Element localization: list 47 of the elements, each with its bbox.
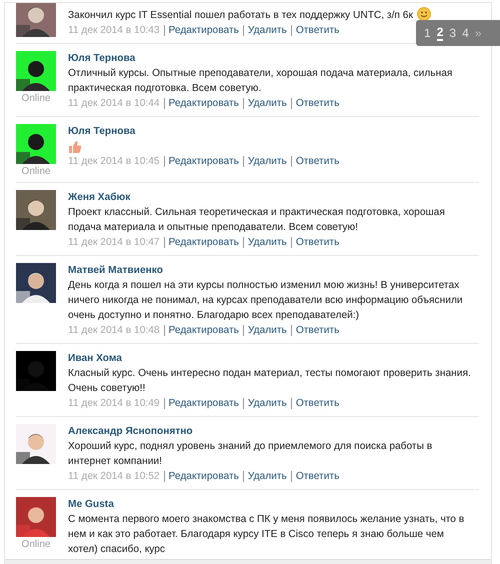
comment-action-link[interactable]: Редактировать: [164, 471, 243, 482]
comment-text: Закончил курс IT Essential пошел работать в тех поддержку UNTC, з/п 6к: [68, 10, 413, 21]
comment-text: Проект классный. Сильная теоретическая и практическая подготовка, хорошая подача материала и опытные преподаватели. Всем советую!: [68, 207, 445, 233]
comment-date: 11 дек 2014 в 10:52: [68, 470, 161, 484]
comment-date: 11 дек 2014 в 10:49: [68, 397, 161, 411]
comment-text: Хороший курс, поднял уровень знаний до приемлемого для поиска работы в интернет компании!: [68, 441, 432, 467]
author-link[interactable]: Александр Яснопонятно: [68, 424, 193, 439]
author-link[interactable]: Женя Хабюк: [68, 190, 130, 205]
online-status: Online: [22, 93, 50, 104]
comment-action-link[interactable]: Удалить: [242, 325, 291, 336]
author-link[interactable]: Юля Тернова: [68, 51, 136, 66]
online-status: Online: [22, 539, 50, 550]
comment-action-link[interactable]: Удалить: [242, 237, 291, 248]
comment-action-link[interactable]: Редактировать: [164, 25, 243, 36]
comment-action-link[interactable]: Редактировать: [164, 156, 243, 167]
comment-date: 11 дек 2014 в 10:43: [68, 24, 161, 38]
comment-action-link[interactable]: Удалить: [242, 25, 291, 36]
comment-text: Класный курс. Очень интересно подан материал, тесты помогают проверить знания. Очень советую!!: [68, 368, 471, 394]
comment-action-link[interactable]: Ответить: [290, 156, 344, 167]
comment-date: 11 дек 2014 в 10:47: [68, 236, 161, 250]
comment-date: 11 дек 2014 в 10:45: [68, 155, 161, 169]
comment-action-link[interactable]: Редактировать: [164, 237, 243, 248]
comment-action-link[interactable]: Ответить: [290, 98, 344, 109]
scrollbar[interactable]: [5, 559, 491, 564]
comment-action-link[interactable]: Удалить: [242, 98, 291, 109]
comment-text: День когда я пошел на эти курсы полностью изменил мою жизнь! В университетах ничего никогда не понимал, на курсах преподаватели всю информацию объяснили очень доступно и понятно. Благодарю всех преподавателей:): [68, 280, 463, 321]
comment-action-link[interactable]: Ответить: [290, 471, 344, 482]
comment-action-link[interactable]: Ответить: [290, 25, 344, 36]
comment-action-link[interactable]: Удалить: [242, 398, 291, 409]
comment-text: Отличный курсы. Опытные преподаватели, хорошая подача материала, сильная практическая подготовка. Всем советую.: [68, 68, 452, 94]
author-link[interactable]: Матвей Матвиенко: [68, 263, 163, 278]
comment-action-link[interactable]: Ответить: [290, 325, 344, 336]
comment-date: 11 дек 2014 в 10:48: [68, 324, 161, 338]
author-link[interactable]: Иван Хома: [68, 351, 122, 366]
author-link[interactable]: Me Gusta: [68, 497, 114, 512]
comment-action-link[interactable]: Удалить: [242, 156, 291, 167]
author-link[interactable]: Юля Тернова: [68, 124, 136, 139]
online-status: Online: [22, 166, 50, 177]
comment-action-link[interactable]: Редактировать: [164, 98, 243, 109]
comment-date: 11 дек 2014 в 10:44: [68, 97, 161, 111]
comment-action-link[interactable]: Ответить: [290, 398, 344, 409]
comment-action-link[interactable]: Редактировать: [164, 325, 243, 336]
comment-action-link[interactable]: Ответить: [290, 237, 344, 248]
comment-text: С момента первого моего знакомства с ПК у меня появилось желание узнать, что в нем и как это работает. Благодаря курсу ITE в Cisco теперь я знаю больше чем хотел) спасибо, курс: [68, 514, 464, 555]
comment-action-link[interactable]: Редактировать: [164, 398, 243, 409]
comment-action-link[interactable]: Удалить: [242, 471, 291, 482]
page-link[interactable]: 2: [436, 25, 444, 41]
